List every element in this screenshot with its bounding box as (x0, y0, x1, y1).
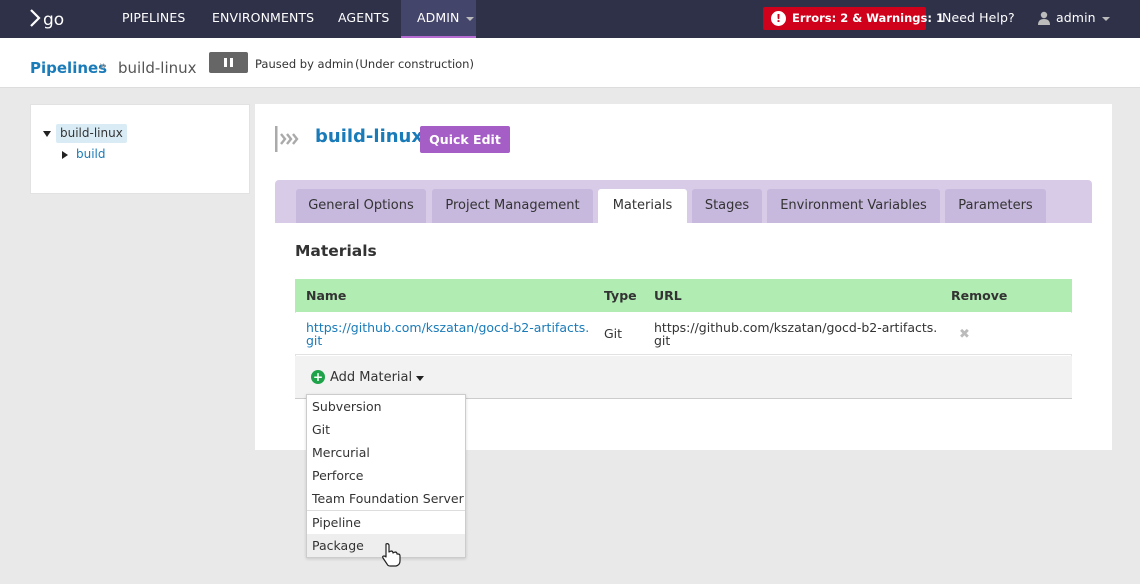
breadcrumb-separator: » (99, 59, 107, 74)
go-logo-icon[interactable]: go (30, 7, 74, 31)
paused-by-text: Paused by admin (255, 57, 354, 71)
svg-text:go: go (43, 10, 64, 30)
error-icon: ! (771, 11, 786, 26)
pipeline-title: build-linux (315, 126, 423, 147)
tab-stages[interactable]: Stages (692, 189, 762, 223)
menu-item-subversion[interactable]: Subversion (307, 395, 465, 418)
menu-item-tfs[interactable]: Team Foundation Server (307, 487, 465, 510)
pause-icon (224, 58, 227, 67)
material-name-link[interactable]: https://github.com/kszatan/gocd-b2-artif… (306, 321, 589, 347)
tab-general-options[interactable]: General Options (296, 189, 426, 223)
errors-warnings-badge[interactable]: ! Errors: 2 & Warnings: 1 (763, 7, 944, 30)
tree-collapse-icon[interactable] (43, 131, 51, 137)
nav-admin-label: ADMIN (417, 10, 460, 25)
add-material-button[interactable]: Add Material (330, 370, 412, 385)
tree-expand-icon[interactable] (62, 151, 68, 159)
chevron-down-icon (465, 16, 474, 21)
nav-agents[interactable]: AGENTS (338, 0, 389, 38)
column-header-type: Type (604, 288, 637, 303)
tab-materials[interactable]: Materials (598, 189, 687, 223)
nav-admin[interactable]: ADMIN (401, 0, 476, 38)
need-help-link[interactable]: Need Help? (942, 0, 1015, 38)
tree-item-stage[interactable]: build (76, 147, 106, 161)
chevron-down-icon (1101, 16, 1110, 21)
pipeline-tree-panel (30, 104, 250, 194)
material-name-line: https://github.com/kszatan/gocd-b2-artif… (306, 320, 590, 335)
material-type: Git (604, 326, 623, 341)
breadcrumb-current: build-linux (118, 59, 197, 77)
menu-item-pipeline[interactable]: Pipeline (307, 511, 465, 534)
quick-edit-button[interactable]: Quick Edit (420, 126, 510, 153)
pointer-cursor-icon (382, 543, 401, 567)
caret-down-icon[interactable] (416, 376, 424, 381)
user-icon (1038, 11, 1050, 25)
nav-environments[interactable]: ENVIRONMENTS (212, 0, 314, 38)
menu-item-mercurial[interactable]: Mercurial (307, 441, 465, 464)
plus-circle-icon[interactable]: + (311, 370, 325, 384)
menu-item-git[interactable]: Git (307, 418, 465, 441)
user-menu[interactable]: admin (1056, 0, 1110, 38)
pause-icon (230, 58, 233, 67)
material-name-line: git (306, 333, 323, 348)
tab-environment-variables[interactable]: Environment Variables (767, 189, 940, 223)
column-header-url: URL (654, 288, 682, 303)
material-url: https://github.com/kszatan/gocd-b2-artif… (654, 321, 937, 347)
column-header-remove: Remove (951, 288, 1008, 303)
nav-pipelines[interactable]: PIPELINES (122, 0, 185, 38)
material-url-line: https://github.com/kszatan/gocd-b2-artif… (654, 320, 938, 335)
menu-item-perforce[interactable]: Perforce (307, 464, 465, 487)
tab-parameters[interactable]: Parameters (945, 189, 1046, 223)
user-label: admin (1056, 10, 1096, 25)
material-url-line: git (654, 333, 671, 348)
column-header-name: Name (306, 288, 347, 303)
tab-project-management[interactable]: Project Management (432, 189, 593, 223)
status-note: (Under construction) (355, 57, 474, 71)
breadcrumb-pipelines-link[interactable]: Pipelines (30, 59, 107, 77)
pause-button[interactable] (209, 52, 248, 73)
errors-warnings-label: Errors: 2 & Warnings: 1 (792, 11, 944, 25)
remove-icon[interactable]: ✖ (959, 327, 970, 342)
materials-section-title: Materials (295, 242, 377, 260)
pipeline-icon (275, 126, 299, 152)
tree-item-pipeline[interactable]: build-linux (56, 124, 127, 143)
